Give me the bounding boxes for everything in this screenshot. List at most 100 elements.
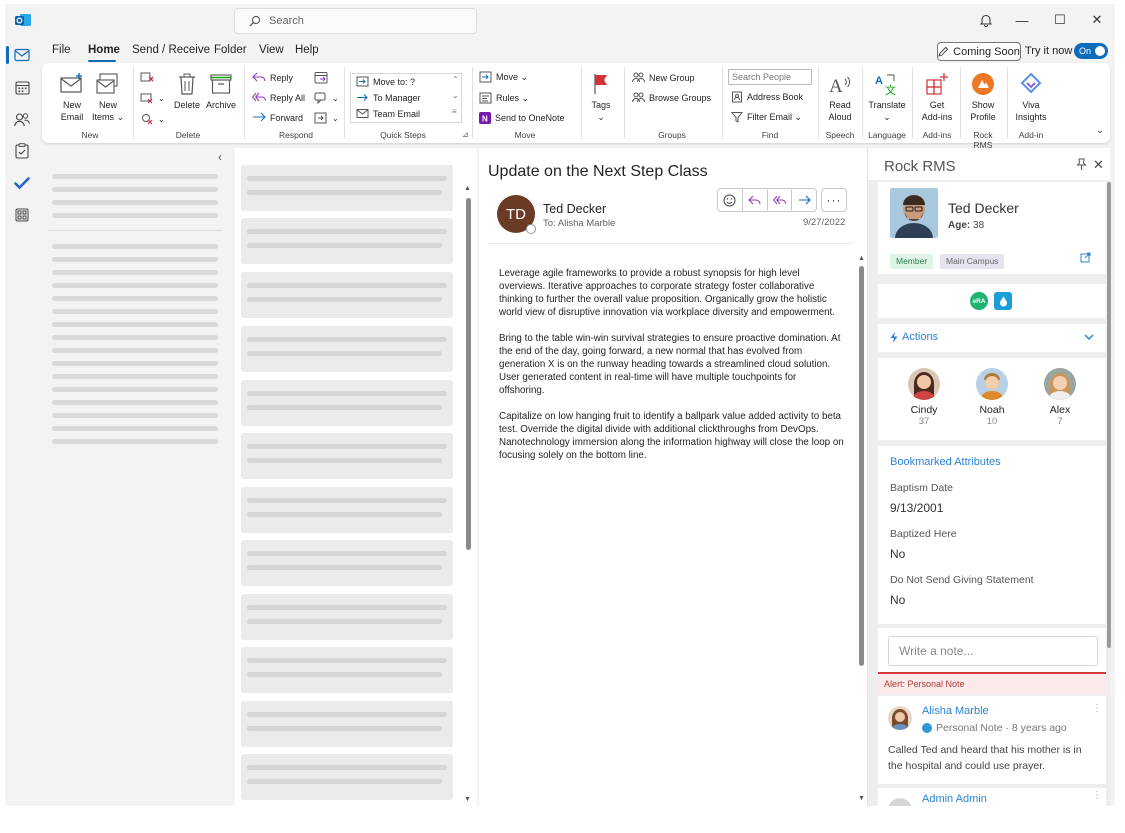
more-actions-icon[interactable]: ··· <box>821 188 847 212</box>
message-placeholder[interactable] <box>241 701 453 747</box>
rules-button[interactable]: Rules ⌄ <box>479 92 529 104</box>
people-icon[interactable] <box>12 109 32 129</box>
menu-send-receive[interactable]: Send / Receive <box>132 44 210 56</box>
tags-button[interactable]: Tags ⌄ <box>586 69 616 123</box>
meeting-button[interactable] <box>314 71 328 84</box>
coming-soon-button[interactable]: Coming Soon <box>937 42 1021 61</box>
quickstep-to-manager[interactable]: To Manager <box>356 92 421 103</box>
note-options-icon[interactable]: ⋮ <box>1092 704 1102 714</box>
search-box[interactable]: Search <box>234 8 477 34</box>
message-placeholder[interactable] <box>241 218 453 264</box>
message-placeholder[interactable] <box>241 594 453 640</box>
pin-icon[interactable] <box>1076 158 1087 174</box>
list-scrollbar[interactable] <box>466 198 471 550</box>
ribbon-collapse-icon[interactable]: ⌄ <box>1096 125 1104 136</box>
delete-button[interactable]: Delete <box>170 69 204 111</box>
new-email-button[interactable]: New Email <box>52 69 92 123</box>
browse-groups-button[interactable]: Browse Groups <box>632 92 711 103</box>
menu-home[interactable]: Home <box>88 44 120 56</box>
filter-email-button[interactable]: Filter Email ⌄ <box>731 111 802 123</box>
open-external-icon[interactable] <box>1080 252 1091 266</box>
close-button[interactable]: ✕ <box>1083 10 1111 30</box>
age-value: 38 <box>973 220 985 231</box>
address-book-button[interactable]: Address Book <box>731 91 803 103</box>
message-placeholder[interactable] <box>241 165 453 211</box>
get-addins-button[interactable]: Get Add-ins <box>916 69 958 123</box>
calendar-icon[interactable] <box>12 77 32 97</box>
sender-name[interactable]: Ted Decker <box>543 202 606 216</box>
message-placeholder[interactable] <box>241 433 453 479</box>
apps-icon[interactable] <box>12 205 32 225</box>
list-scroll-up-icon[interactable]: ▲ <box>464 185 471 192</box>
reading-scroll-up-icon[interactable]: ▲ <box>858 255 865 262</box>
im-button[interactable]: ⌄ <box>314 92 339 104</box>
message-placeholder[interactable] <box>241 487 453 533</box>
forward-icon[interactable] <box>792 189 816 211</box>
family-member-cindy[interactable]: Cindy 37 <box>894 368 954 427</box>
folder-placeholder <box>52 426 218 431</box>
new-items-button[interactable]: New Items ⌄ <box>88 69 128 123</box>
new-group-button[interactable]: New Group <box>632 72 695 83</box>
junk-button[interactable]: ⌄ <box>140 113 165 125</box>
list-scroll-down-icon[interactable]: ▼ <box>464 796 471 803</box>
message-placeholder[interactable] <box>241 326 453 372</box>
actions-header[interactable]: Actions <box>878 324 1106 352</box>
collapse-pane-icon[interactable]: ‹ <box>218 150 222 164</box>
ignore-button[interactable] <box>140 71 154 83</box>
group-label-move: Move <box>514 130 536 140</box>
forward-button[interactable]: Forward <box>252 112 303 123</box>
reading-scroll-down-icon[interactable]: ▼ <box>858 795 865 802</box>
reply-icon[interactable] <box>743 189 768 211</box>
viva-insights-button[interactable]: Viva Insights <box>1010 69 1052 123</box>
panel-close-icon[interactable]: ✕ <box>1093 157 1104 173</box>
read-aloud-button[interactable]: A Read Aloud <box>822 69 858 123</box>
rock-scrollbar[interactable] <box>1107 182 1111 648</box>
reply-all-icon[interactable] <box>768 189 793 211</box>
note-author[interactable]: Alisha Marble <box>922 705 989 717</box>
header-divider <box>488 243 852 244</box>
write-note-input[interactable]: Write a note... <box>888 636 1098 666</box>
quickstep-move-to[interactable]: Move to: ? <box>356 76 415 87</box>
tags-label: Tags <box>591 100 611 110</box>
message-placeholder[interactable] <box>241 272 453 318</box>
note-author[interactable]: Admin Admin <box>922 793 987 805</box>
archive-button[interactable]: Archive <box>202 69 240 111</box>
tasks-icon[interactable] <box>12 141 32 161</box>
menu-view[interactable]: View <box>259 44 284 56</box>
move-button[interactable]: Move ⌄ <box>479 71 528 83</box>
mail-icon[interactable] <box>12 45 32 65</box>
reply-button[interactable]: Reply <box>252 72 293 83</box>
new-outlook-toggle[interactable]: On <box>1074 43 1108 59</box>
search-people-input[interactable]: Search People <box>728 69 812 85</box>
show-profile-button[interactable]: Show Profile <box>963 69 1003 123</box>
maximize-button[interactable]: ☐ <box>1046 10 1074 30</box>
qs-expand-icon[interactable]: ≡ <box>452 107 457 116</box>
menu-help[interactable]: Help <box>295 44 319 56</box>
todo-icon[interactable] <box>12 173 32 193</box>
qs-scroll-down-icon[interactable]: ⌄ <box>452 91 459 100</box>
reply-all-button[interactable]: Reply All <box>252 92 305 103</box>
minimize-button[interactable]: — <box>1008 10 1036 30</box>
quick-steps-launcher-icon[interactable]: ⊿ <box>462 130 469 139</box>
menu-file[interactable]: File <box>52 44 71 56</box>
message-placeholder[interactable] <box>241 540 453 586</box>
family-member-alex[interactable]: Alex 7 <box>1030 368 1090 427</box>
qs-scroll-up-icon[interactable]: ⌃ <box>452 75 459 84</box>
cleanup-button[interactable]: ⌄ <box>140 92 165 104</box>
quickstep-team-email[interactable]: Team Email <box>356 108 420 119</box>
message-placeholder[interactable] <box>241 647 453 693</box>
note-options-icon[interactable]: ⋮ <box>1092 791 1102 801</box>
message-placeholder[interactable] <box>241 754 453 800</box>
translate-button[interactable]: A文 Translate ⌄ <box>865 69 909 123</box>
bookmarked-title[interactable]: Bookmarked Attributes <box>890 456 1001 468</box>
reading-scrollbar[interactable] <box>859 266 864 666</box>
menu-folder[interactable]: Folder <box>214 44 247 56</box>
emoji-react-icon[interactable] <box>718 189 743 211</box>
family-member-noah[interactable]: Noah 10 <box>962 368 1022 427</box>
ribbon-separator <box>818 67 819 139</box>
bell-icon[interactable] <box>972 10 1000 30</box>
message-placeholder[interactable] <box>241 380 453 426</box>
person-name[interactable]: Ted Decker <box>948 200 1019 216</box>
more-respond-button[interactable]: ⌄ <box>314 112 339 124</box>
send-to-onenote-button[interactable]: N Send to OneNote <box>479 112 565 124</box>
